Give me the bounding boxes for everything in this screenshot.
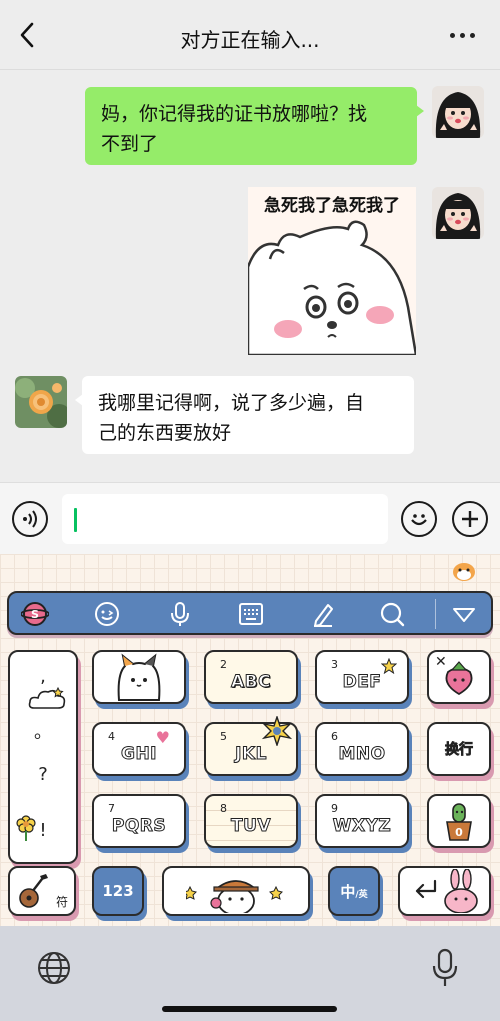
emoji-face-icon[interactable] — [93, 600, 121, 628]
sogou-logo-icon[interactable]: S — [21, 600, 49, 628]
key-8-tuv[interactable]: 8 TUV — [204, 794, 298, 848]
dictation-mic-icon[interactable] — [430, 948, 460, 988]
key-letters: PQRS — [111, 816, 167, 837]
contact-avatar[interactable] — [15, 376, 67, 428]
my-avatar[interactable] — [432, 187, 484, 239]
number-label: 123 — [102, 882, 134, 900]
input-bar — [0, 482, 500, 554]
cat-with-hat-icon — [186, 880, 283, 913]
punctuation-column[interactable]: , 。 ? ! — [8, 650, 78, 864]
pen-icon[interactable] — [309, 600, 337, 628]
strawberry-icon — [445, 661, 473, 696]
sticker-message[interactable]: 急死我了急死我了 — [248, 187, 416, 355]
collapse-triangle-icon[interactable] — [450, 600, 478, 628]
punct-comma[interactable]: , — [10, 666, 76, 687]
key-number: 9 — [331, 802, 338, 815]
toolbar-divider — [435, 599, 436, 629]
heart-icon: ♥ — [155, 728, 170, 747]
key-number: 4 — [108, 730, 115, 743]
key-2-abc[interactable]: 2 ABC — [204, 650, 298, 704]
key-6-mno[interactable]: 6 MNO — [315, 722, 409, 776]
cloud-icon — [28, 686, 66, 709]
key-number: 7 — [108, 802, 115, 815]
more-dots-icon[interactable] — [450, 30, 480, 40]
key-letters: JKL — [235, 744, 267, 765]
key-letters: DEF — [342, 672, 382, 693]
key-letters: WXYZ — [332, 816, 392, 837]
key-number: 5 — [220, 730, 227, 743]
key-letters: ABC — [230, 672, 272, 693]
globe-icon[interactable] — [36, 950, 72, 986]
bear-sticker-icon — [248, 220, 416, 355]
punct-exclaim[interactable]: ! — [10, 820, 76, 841]
key-number: 3 — [331, 658, 338, 671]
voice-icon[interactable] — [12, 501, 48, 537]
message-text-line: 己的东西要放好 — [98, 422, 232, 444]
enter-key[interactable] — [398, 866, 491, 916]
message-input[interactable] — [62, 494, 388, 544]
message-text-line: 不到了 — [101, 133, 159, 155]
svg-text:0: 0 — [455, 826, 463, 839]
number-key[interactable]: 123 — [92, 866, 144, 916]
message-list: 妈，你记得我的证书放哪啦？找 不到了 急死我了急死我了 我哪里记得啊，说了多少遍… — [0, 70, 500, 482]
language-toggle-key[interactable]: 中/英 — [328, 866, 380, 916]
chat-title: 对方正在输入... — [180, 28, 320, 52]
text-caret — [74, 508, 77, 532]
zero-key[interactable]: 0 — [427, 794, 491, 848]
delete-key[interactable]: ✕ — [427, 650, 491, 704]
key-3-def[interactable]: 3 DEF — [315, 650, 409, 704]
microphone-icon[interactable] — [166, 600, 194, 628]
space-key[interactable] — [162, 866, 310, 916]
message-text-line: 妈，你记得我的证书放哪啦？找 — [101, 103, 368, 125]
star-icon — [381, 658, 397, 674]
burst-star-icon — [262, 716, 292, 746]
key-letters: MNO — [338, 744, 386, 765]
search-icon[interactable] — [378, 600, 406, 628]
emoji-icon[interactable] — [401, 501, 437, 537]
symbol-key[interactable]: 符 — [8, 866, 76, 916]
key-9-wxyz[interactable]: 9 WXYZ — [315, 794, 409, 848]
close-icon: ✕ — [435, 654, 447, 670]
newline-key[interactable]: 换行 — [427, 722, 491, 776]
cat-icon — [117, 653, 161, 701]
key-letters: GHI — [120, 744, 157, 765]
key-7-pqrs[interactable]: 7 PQRS — [92, 794, 186, 848]
key-letters: TUV — [230, 816, 272, 837]
system-keyboard-bar — [0, 926, 500, 1021]
mascot-icon[interactable] — [452, 560, 476, 582]
punct-period[interactable]: 。 — [10, 718, 76, 744]
newline-label: 换行 — [445, 742, 474, 759]
svg-text:S: S — [31, 608, 39, 621]
punct-question[interactable]: ? — [10, 764, 76, 785]
message-bubble-outgoing[interactable]: 妈，你记得我的证书放哪啦？找 不到了 — [85, 87, 424, 165]
chat-header: 对方正在输入... — [0, 0, 500, 70]
key-number: 6 — [331, 730, 338, 743]
key-4-ghi[interactable]: 4 GHI ♥ — [92, 722, 186, 776]
guitar-icon — [19, 874, 48, 908]
keyboard-toolbar: S — [7, 591, 493, 635]
plus-icon[interactable] — [452, 501, 488, 537]
key-number: 2 — [220, 658, 227, 671]
my-avatar[interactable] — [432, 86, 484, 138]
enter-bunny-icon — [415, 869, 478, 913]
lang-main-label: 中/英 — [340, 882, 368, 901]
key-number: 8 — [220, 802, 227, 815]
symbol-label: 符 — [55, 895, 68, 909]
cactus-pot-icon: 0 — [446, 803, 472, 841]
key-5-jkl[interactable]: 5 JKL — [204, 716, 298, 776]
cat-decor-key[interactable] — [92, 650, 186, 704]
message-text-line: 我哪里记得啊，说了多少遍，自 — [98, 392, 365, 414]
message-bubble-incoming[interactable]: 我哪里记得啊，说了多少遍，自 己的东西要放好 — [75, 376, 414, 454]
keyboard-icon[interactable] — [237, 600, 265, 628]
sogou-keyboard: S , 。 ? ! 2 ABC 3 DEF ✕ 4 GHI ♥ 5 JKL 6 … — [0, 554, 500, 926]
home-indicator — [162, 1006, 337, 1012]
